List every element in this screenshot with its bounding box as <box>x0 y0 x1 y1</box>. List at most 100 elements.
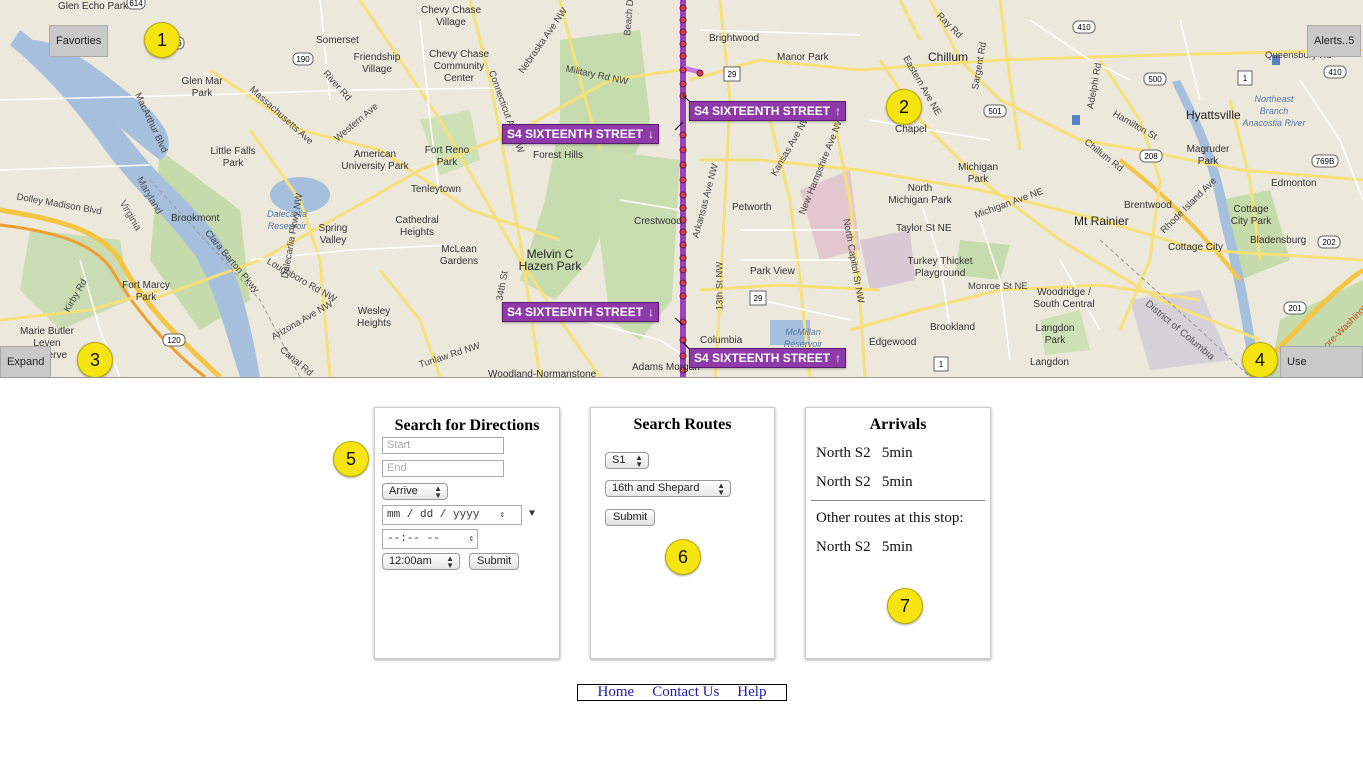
svg-text:201: 201 <box>1288 304 1302 313</box>
favorites-button[interactable]: Favorties <box>49 25 109 57</box>
place-label: Dalecarlia Reservoir <box>266 209 308 231</box>
alerts-button[interactable]: Alerts..5 <box>1307 25 1362 57</box>
place-label: Little Falls Park <box>210 146 256 169</box>
routes-submit-button[interactable]: Submit <box>605 509 656 526</box>
svg-text:500: 500 <box>1148 75 1162 84</box>
other-routes-label: Other routes at this stop: <box>816 510 964 526</box>
time-value: --:-- -- <box>387 533 440 545</box>
directions-submit-button[interactable]: Submit <box>469 553 520 570</box>
route-tag-label: S4 SIXTEENTH STREET <box>507 305 644 319</box>
svg-text:1: 1 <box>1243 74 1248 83</box>
arrow-down-icon: ↓ <box>648 305 655 319</box>
stop-select[interactable]: 16th and Shepard ▲ ▼ <box>605 480 731 497</box>
place-label: Petworth <box>732 202 772 213</box>
callout-marker: 2 <box>886 89 922 125</box>
svg-text:769B: 769B <box>1316 157 1335 166</box>
arrivals-panel: Arrivals North S2 5min North S2 5min Oth… <box>805 407 991 659</box>
arrival-item: North S2 5min <box>816 539 913 555</box>
stop-select-value: 16th and Shepard <box>612 482 700 494</box>
route-tag[interactable]: S4 SIXTEENTH STREET ↓ <box>502 302 660 322</box>
arrival-item: North S2 5min <box>816 445 913 461</box>
svg-text:120: 120 <box>167 336 181 345</box>
place-label: Friendship Village <box>353 52 401 75</box>
date-value: mm / dd / yyyy <box>387 509 480 521</box>
place-label: Park View <box>750 266 795 277</box>
svg-text:410: 410 <box>1328 68 1342 77</box>
route-tag-label: S4 SIXTEENTH STREET <box>694 351 831 365</box>
place-label: Melvin C Hazen Park <box>518 247 582 273</box>
time-select-value: 12:00am <box>389 555 432 567</box>
callout-marker: 4 <box>1242 342 1278 377</box>
chevron-down-icon[interactable]: ▼ <box>529 506 535 524</box>
routes-panel: Search Routes S1 ▲ ▼ 16th and Shepard ▲ ▼ … <box>590 407 775 659</box>
place-label: Fort Reno Park <box>424 145 470 168</box>
directions-title: Search for Directions <box>394 417 540 434</box>
place-label: North Michigan Park <box>888 183 952 206</box>
place-label: American University Park <box>341 149 409 172</box>
route-tag-label: S4 SIXTEENTH STREET <box>694 104 831 118</box>
use-location-button[interactable]: Use Location? <box>1280 346 1363 377</box>
place-label: Glen Mar Park <box>181 76 223 99</box>
place-label: Cottage City <box>1168 242 1224 253</box>
callout-marker: 3 <box>77 342 113 377</box>
spinner-icon: ⇕ <box>499 510 505 520</box>
home-link[interactable]: Home <box>598 684 635 700</box>
place-label: Brightwood <box>709 33 760 44</box>
start-input[interactable]: Start <box>382 437 504 454</box>
place-label: Brookmont <box>171 213 220 224</box>
place-label: Chevy Chase Village <box>420 5 482 28</box>
route-tag[interactable]: S4 SIXTEENTH STREET ↑ <box>689 101 847 121</box>
place-label: Woodridge / South Central <box>1033 287 1095 310</box>
place-label: Tenleytown <box>411 184 462 195</box>
route-tag[interactable]: S4 SIXTEENTH STREET ↓ <box>502 124 660 144</box>
time-select[interactable]: 12:00am ▲ ▼ <box>382 553 460 570</box>
divider <box>811 500 985 501</box>
map[interactable]: 614 396 190 410 500 1 410 29 501 208 769… <box>0 0 1363 378</box>
routes-title: Search Routes <box>633 416 732 433</box>
svg-text:29: 29 <box>754 294 763 303</box>
contact-us-link[interactable]: Contact Us <box>652 684 719 700</box>
place-label: Fort Marcy Park <box>122 280 170 303</box>
updown-arrows-icon: ▲ ▼ <box>434 484 442 500</box>
place-label: Cottage City Park <box>1230 204 1272 227</box>
spinner-icon: ⇕ <box>468 534 474 544</box>
place-label: Glen Echo Park <box>58 1 129 12</box>
updown-arrows-icon: ▲ ▼ <box>635 453 643 469</box>
footer-nav: Home Contact Us Help <box>577 684 787 701</box>
place-label: Mt Rainier <box>1074 214 1129 228</box>
route-select[interactable]: S1 ▲ ▼ <box>605 452 649 469</box>
place-label: Langdon <box>1030 357 1069 368</box>
svg-text:1: 1 <box>939 360 944 369</box>
arrow-up-icon: ↑ <box>835 351 842 365</box>
svg-text:202: 202 <box>1322 238 1336 247</box>
place-label: Crestwood <box>634 216 682 227</box>
svg-text:29: 29 <box>728 70 737 79</box>
place-label: Columbia <box>700 335 743 346</box>
place-label: Turkey Thicket Playground <box>907 256 973 279</box>
help-link[interactable]: Help <box>737 684 766 700</box>
place-label: Brentwood <box>1124 200 1172 211</box>
svg-text:410: 410 <box>1077 23 1091 32</box>
place-label: Chillum <box>928 50 969 64</box>
place-label: Manor Park <box>777 52 829 63</box>
callout-marker: 5 <box>333 441 369 477</box>
arrival-item: North S2 5min <box>816 474 913 490</box>
place-label: McLean Gardens <box>439 244 479 267</box>
place-label: Cathedral Heights <box>395 215 439 238</box>
callout-marker: 6 <box>665 539 701 575</box>
place-label: Brookland <box>930 322 976 333</box>
place-label: Langdon Park <box>1035 323 1075 346</box>
arrive-depart-select[interactable]: Arrive ▲ ▼ <box>382 483 448 500</box>
expand-button[interactable]: Expand <box>0 346 52 377</box>
end-input[interactable]: End <box>382 460 504 477</box>
date-input[interactable]: mm / dd / yyyy ⇕ ▼ <box>382 505 535 525</box>
svg-text:190: 190 <box>296 55 310 64</box>
callout-marker: 7 <box>887 588 923 624</box>
route-tag[interactable]: S4 SIXTEENTH STREET ↑ <box>689 348 847 368</box>
place-label: Somerset <box>316 35 359 46</box>
route-select-value: S1 <box>612 454 626 466</box>
place-label: Edmonton <box>1271 178 1317 189</box>
time-input[interactable]: --:-- -- ⇕ <box>382 529 478 549</box>
road-label: Taylor St NE <box>896 223 952 234</box>
place-label: Woodland-Normanstone <box>488 369 597 378</box>
